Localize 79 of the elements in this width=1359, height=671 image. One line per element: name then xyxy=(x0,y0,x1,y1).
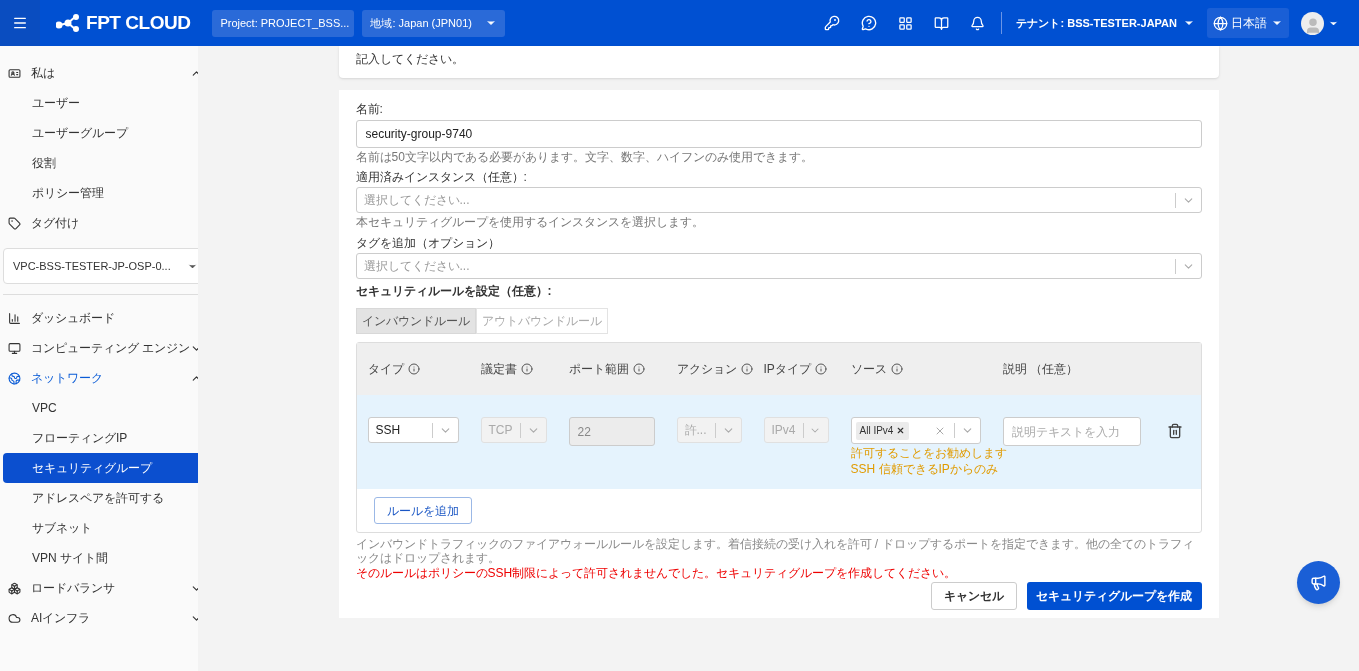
multi-select-field[interactable]: All IPv4 xyxy=(850,417,981,444)
sidebar-item[interactable]: AIインフラ xyxy=(0,603,198,633)
id-card-icon xyxy=(8,66,21,80)
info-icon[interactable] xyxy=(814,363,827,375)
key-icon[interactable] xyxy=(824,15,841,31)
sidebar-subitem[interactable]: セキュリティグループ xyxy=(3,453,198,483)
tenant-select[interactable]: テナント: BSS-TESTER-JAPAN xyxy=(1016,14,1195,32)
instruction-text: 記入してください。 xyxy=(355,52,464,66)
rule-tab[interactable]: インバウンドルール xyxy=(355,308,476,334)
monitor-icon xyxy=(8,341,21,355)
announcement-button[interactable] xyxy=(1297,561,1340,604)
add-rule-button[interactable]: ルールを追加 xyxy=(373,497,472,524)
column-header: 説明 （任意） xyxy=(1002,361,1078,378)
warning-text: SSH 信頼できるIPからのみ xyxy=(850,462,998,476)
menu-icon xyxy=(12,15,28,31)
sidebar-subitem[interactable]: フローティングIP xyxy=(3,423,198,453)
sidebar-subitem[interactable]: アドレスペアを許可する xyxy=(3,483,198,513)
delete-icon[interactable] xyxy=(1166,423,1183,439)
error-text: そのルールはポリシーのSSH制限によって許可されませんでした。セキュリティグループを作成してください。 xyxy=(355,566,958,580)
column-header: ソース xyxy=(850,361,887,378)
hint-text: 名前は50文字以内である必要があります。文字、数字、ハイフンのみ使用できます。 xyxy=(355,150,814,164)
info-icon[interactable] xyxy=(520,363,533,375)
warning-text: 許可することをお勧めします xyxy=(850,446,1007,460)
column-header: 議定書 xyxy=(480,361,517,378)
vpc-select[interactable]: VPC-BSS-TESTER-JP-OSP-0... xyxy=(3,248,198,284)
select-field[interactable]: SSH xyxy=(367,417,459,443)
column-header: ポート範囲 xyxy=(568,361,629,378)
bar-chart-icon xyxy=(8,311,21,325)
info-icon[interactable] xyxy=(890,363,903,375)
sidebar-item[interactable]: タグ付け xyxy=(0,208,198,238)
hint-text: 本セキュリティグループを使用するインスタンスを選択します。 xyxy=(355,215,705,229)
help-chat-icon[interactable] xyxy=(861,15,878,31)
project-select[interactable]: Project: PROJECT_BSS... xyxy=(212,9,355,37)
logo-icon xyxy=(56,14,80,32)
sidebar-subitem[interactable]: ユーザーグループ xyxy=(3,118,198,148)
logo-text: FPT CLOUD xyxy=(86,10,191,35)
column-header: タイプ xyxy=(367,361,404,378)
sidebar-subitem[interactable]: サブネット xyxy=(3,513,198,543)
sidebar-item[interactable]: ネットワーク xyxy=(0,363,198,393)
help-text: インバウンドトラフィックのファイアウォールルールを設定します。着信接続の受け入れを許可 / ドロップするポートを指定できます。他の全てのトラフィックはドロップされます。 xyxy=(355,537,1195,565)
create-button[interactable]: セキュリティグループを作成 xyxy=(1026,582,1202,610)
remove-icon[interactable] xyxy=(896,426,906,435)
apps-icon[interactable] xyxy=(898,15,914,31)
section-label: セキュリティルールを設定（任意）: xyxy=(355,284,553,298)
cancel-button[interactable]: キャンセル xyxy=(930,582,1017,610)
sidebar-item[interactable]: 私は xyxy=(0,58,198,88)
cluster-icon xyxy=(8,581,21,595)
menu-button[interactable] xyxy=(0,0,40,46)
info-icon[interactable] xyxy=(407,363,420,375)
info-icon[interactable] xyxy=(740,363,753,375)
globe-icon xyxy=(8,371,21,385)
notification-icon[interactable] xyxy=(970,15,986,31)
sidebar-subitem[interactable]: ユーザー xyxy=(3,88,198,118)
text-input[interactable]: 説明テキストを入力 xyxy=(1002,417,1141,446)
info-icon[interactable] xyxy=(632,363,645,375)
megaphone-icon xyxy=(1310,574,1327,591)
tenant-label: テナント: BSS-TESTER-JAPAN xyxy=(1016,15,1177,31)
avatar[interactable] xyxy=(1301,11,1324,35)
cloud-icon xyxy=(8,611,21,625)
sidebar-item[interactable]: コンピューティング エンジン xyxy=(0,333,198,363)
name-input[interactable]: security-group-9740 xyxy=(355,120,1202,148)
language-label: 日本語 xyxy=(1231,15,1268,32)
sidebar-subitem[interactable]: 役割 xyxy=(3,148,198,178)
book-icon[interactable] xyxy=(934,15,950,31)
field-label: タグを追加（オプション） xyxy=(355,236,501,250)
sidebar-subitem[interactable]: ポリシー管理 xyxy=(3,178,198,208)
sidebar-subitem[interactable]: VPC xyxy=(3,393,198,423)
sidebar-item[interactable]: ロードバランサ xyxy=(0,573,198,603)
field-label: 名前: xyxy=(355,102,384,116)
sidebar-item[interactable]: ダッシュボード xyxy=(0,303,198,333)
field-label: 適用済みインスタンス（任意）: xyxy=(355,170,528,184)
column-header: IPタイプ xyxy=(763,361,811,378)
tag-icon xyxy=(8,216,21,230)
region-select[interactable]: 地域: Japan (JPN01) xyxy=(362,9,506,37)
column-header: アクション xyxy=(676,361,737,378)
language-select[interactable]: 日本語 xyxy=(1207,8,1289,38)
sidebar-subitem[interactable]: VPN サイト間 xyxy=(3,543,198,573)
tag-label: All IPv4 xyxy=(859,424,894,438)
globe-icon xyxy=(1213,15,1228,31)
